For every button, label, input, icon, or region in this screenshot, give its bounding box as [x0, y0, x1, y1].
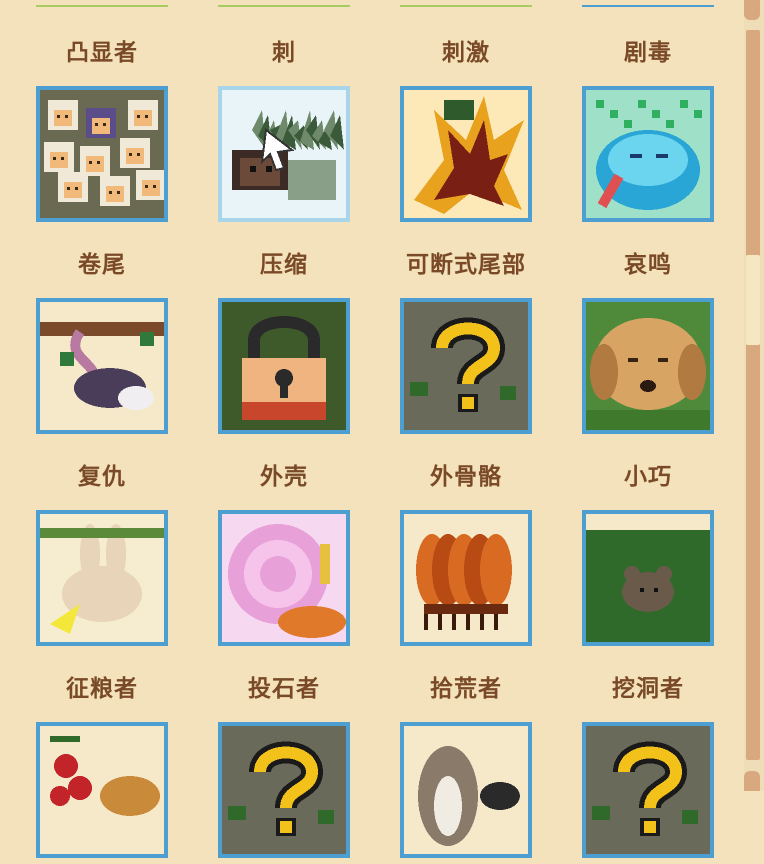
- trait-card[interactable]: 挖洞者: [582, 674, 714, 864]
- trait-card[interactable]: 小巧: [582, 462, 714, 652]
- trait-label: 刺: [272, 40, 296, 66]
- trait-label: 外壳: [260, 464, 308, 490]
- scrollbar-cap-top: [744, 0, 760, 20]
- trait-card[interactable]: 可断式尾部: [400, 250, 532, 440]
- trait-label: 剧毒: [624, 40, 672, 66]
- trait-label: 征粮者: [66, 676, 138, 702]
- question-mark-icon[interactable]: [582, 722, 714, 858]
- armored-bug-icon[interactable]: [400, 510, 532, 646]
- trait-label: 挖洞者: [612, 676, 684, 702]
- opossum-tail-icon[interactable]: [36, 298, 168, 434]
- separator-line: [36, 5, 168, 7]
- trait-label: 可断式尾部: [406, 252, 526, 278]
- trait-card[interactable]: 投石者: [218, 674, 350, 864]
- trait-label: 哀鸣: [624, 252, 672, 278]
- trait-card[interactable]: 征粮者: [36, 674, 168, 864]
- top-row-separators: [0, 0, 740, 10]
- trait-label: 卷尾: [78, 252, 126, 278]
- scrollbar-cap-bottom: [744, 771, 760, 791]
- berries-icon[interactable]: [36, 722, 168, 858]
- small-mouse-icon[interactable]: [582, 510, 714, 646]
- scrollbar-thumb[interactable]: [746, 255, 760, 345]
- scrollbar[interactable]: [744, 0, 764, 791]
- trait-card[interactable]: 凸显者: [36, 38, 168, 228]
- trait-label: 压缩: [260, 252, 308, 278]
- trait-label: 刺激: [442, 40, 490, 66]
- raccoon-icon[interactable]: [400, 722, 532, 858]
- padlock-icon[interactable]: [218, 298, 350, 434]
- trait-card[interactable]: 刺: [218, 38, 350, 228]
- separator-line: [582, 5, 714, 7]
- sheep-crowd-icon[interactable]: [36, 86, 168, 222]
- scrollbar-track[interactable]: [746, 30, 760, 760]
- trait-card[interactable]: 卷尾: [36, 250, 168, 440]
- spiky-plant-icon[interactable]: [400, 86, 532, 222]
- trait-label: 小巧: [624, 464, 672, 490]
- trait-card[interactable]: 外壳: [218, 462, 350, 652]
- trait-card[interactable]: 剧毒: [582, 38, 714, 228]
- question-mark-icon[interactable]: [218, 722, 350, 858]
- trait-card[interactable]: 拾荒者: [400, 674, 532, 864]
- trait-card[interactable]: 刺激: [400, 38, 532, 228]
- trait-label: 外骨骼: [430, 464, 502, 490]
- trait-label: 拾荒者: [430, 676, 502, 702]
- separator-line: [218, 5, 350, 7]
- sad-dog-icon[interactable]: [582, 298, 714, 434]
- separator-line: [400, 5, 532, 7]
- trait-label: 投石者: [248, 676, 320, 702]
- hedgehog-spines-icon[interactable]: [218, 86, 350, 222]
- trait-card[interactable]: 复仇: [36, 462, 168, 652]
- question-mark-icon[interactable]: [400, 298, 532, 434]
- trait-label: 凸显者: [66, 40, 138, 66]
- snail-shell-icon[interactable]: [218, 510, 350, 646]
- rabbit-icon[interactable]: [36, 510, 168, 646]
- poison-frog-icon[interactable]: [582, 86, 714, 222]
- trait-label: 复仇: [78, 464, 126, 490]
- trait-card[interactable]: 外骨骼: [400, 462, 532, 652]
- trait-card[interactable]: 压缩: [218, 250, 350, 440]
- trait-card[interactable]: 哀鸣: [582, 250, 714, 440]
